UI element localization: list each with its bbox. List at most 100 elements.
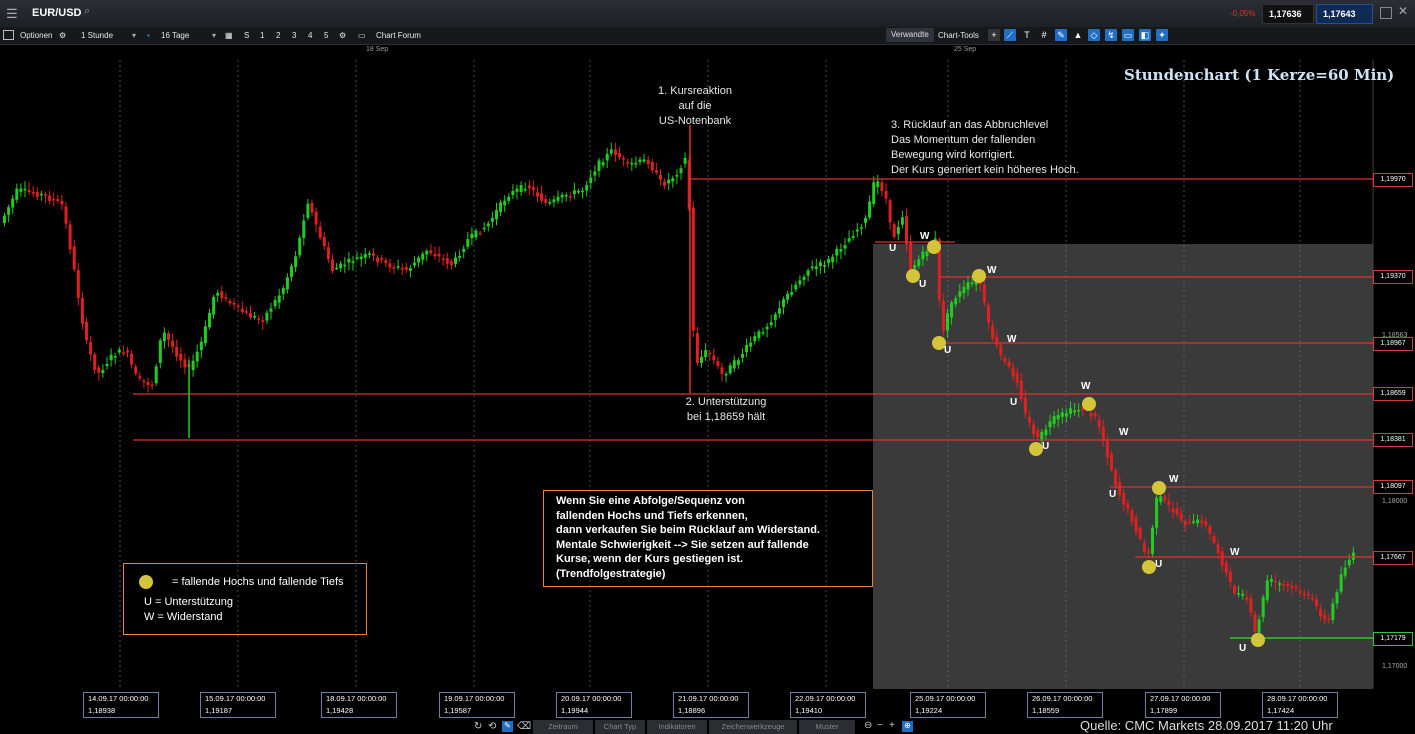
candle	[68, 224, 72, 250]
candle	[1261, 597, 1265, 618]
candle	[232, 302, 236, 305]
candle	[335, 267, 339, 270]
current-price-box: 1,17179	[1373, 632, 1413, 646]
candle	[511, 191, 515, 195]
candle	[950, 302, 954, 318]
candle	[855, 229, 859, 232]
candle	[1048, 421, 1052, 428]
support-marker: U	[1239, 643, 1247, 654]
resistance-marker: W	[1007, 334, 1017, 345]
candle	[626, 161, 630, 164]
candle	[1269, 579, 1273, 582]
candle	[654, 170, 658, 173]
candle	[281, 288, 285, 294]
candle	[982, 284, 986, 303]
candle	[429, 250, 433, 254]
candle	[466, 239, 470, 247]
brush-icon[interactable]: ⌫	[517, 721, 531, 732]
tab-muster[interactable]: Muster	[799, 720, 855, 734]
candle	[1122, 492, 1126, 505]
candle	[777, 308, 781, 314]
x-axis-label: 27.09.17 00:00:00 1,17899	[1145, 692, 1221, 718]
candle	[1019, 380, 1023, 400]
candle	[158, 340, 162, 363]
candle	[93, 354, 97, 370]
candle	[1011, 367, 1015, 377]
chart-title: Stundenchart (1 Kerze=60 Min)	[1124, 66, 1395, 84]
candle	[1192, 521, 1195, 523]
candle	[1187, 521, 1191, 524]
candle	[946, 313, 949, 331]
y-axis-label: 1,17000	[1382, 663, 1408, 670]
candle	[847, 238, 851, 242]
zoom-out-icon[interactable]: ⊖	[864, 720, 872, 731]
tab-indikatoren[interactable]: Indikatoren	[647, 720, 707, 734]
candle	[1138, 527, 1142, 539]
candle	[191, 360, 195, 371]
info-line: Mentale Schwierigkeit --> Sie setzen auf…	[556, 538, 809, 551]
candle	[1290, 586, 1294, 589]
candle	[277, 295, 281, 303]
candle	[536, 192, 539, 197]
candle	[757, 331, 761, 339]
candle	[1257, 619, 1261, 633]
candle	[548, 202, 552, 204]
undo-icon[interactable]: ⟲	[488, 721, 496, 732]
y-axis-label: 1,18000	[1382, 498, 1408, 505]
candle	[966, 282, 970, 290]
candle	[581, 190, 585, 193]
annotation-2-line: 2. Unterstützung	[685, 396, 767, 408]
candle	[244, 311, 248, 313]
candle	[864, 217, 867, 223]
candle	[650, 161, 654, 171]
candle	[408, 268, 412, 271]
candle	[7, 207, 11, 215]
candle	[999, 344, 1003, 356]
candle	[85, 321, 88, 341]
candle	[1036, 430, 1040, 438]
resistance-marker: W	[920, 231, 930, 242]
x-axis-price: 1,19587	[444, 706, 472, 715]
candle	[310, 203, 314, 213]
annotation-2: 2. Unterstützung bei 1,18659 hält	[670, 395, 782, 425]
candle	[1179, 512, 1183, 521]
x-axis-date: 27.09.17 00:00:00	[1150, 694, 1211, 703]
level-price-box: 1,19370	[1373, 270, 1413, 284]
candle	[19, 188, 23, 192]
candle	[1351, 552, 1355, 560]
candle	[823, 265, 826, 267]
candle	[1302, 593, 1306, 596]
candle	[220, 291, 224, 299]
candle	[306, 203, 310, 218]
candle	[609, 149, 613, 154]
plus-icon[interactable]: +	[889, 720, 895, 731]
minus-icon[interactable]: −	[877, 720, 883, 731]
x-axis-price: 1,17899	[1150, 706, 1178, 715]
candle	[1306, 594, 1310, 596]
candle	[11, 198, 15, 208]
candle	[171, 340, 175, 347]
candle	[113, 356, 117, 358]
candle	[671, 178, 675, 182]
candle	[1224, 562, 1228, 573]
candle	[1196, 519, 1200, 524]
candle	[1335, 592, 1339, 604]
candle	[786, 293, 790, 300]
tab-zeichenwerkzeuge[interactable]: Zeichenwerkzeuge	[709, 720, 797, 734]
tab-chart-typ[interactable]: Chart Typ	[595, 720, 645, 734]
x-axis-date: 28.09.17 00:00:00	[1267, 694, 1328, 703]
y-axis-label: 1,18563	[1382, 332, 1408, 339]
zoom-in-icon[interactable]: ⊕	[902, 721, 913, 732]
candle	[35, 191, 39, 197]
candle	[421, 253, 425, 260]
refresh-icon[interactable]: ↻	[474, 721, 482, 732]
candle	[572, 190, 576, 195]
draw-icon[interactable]: ✎	[502, 721, 513, 732]
candle	[1286, 583, 1290, 586]
candle	[175, 346, 179, 357]
candle	[146, 381, 150, 385]
candle	[905, 216, 908, 245]
tab-zeitraum[interactable]: Zeitraum	[533, 720, 593, 734]
candle	[89, 342, 93, 355]
candle	[417, 257, 421, 263]
